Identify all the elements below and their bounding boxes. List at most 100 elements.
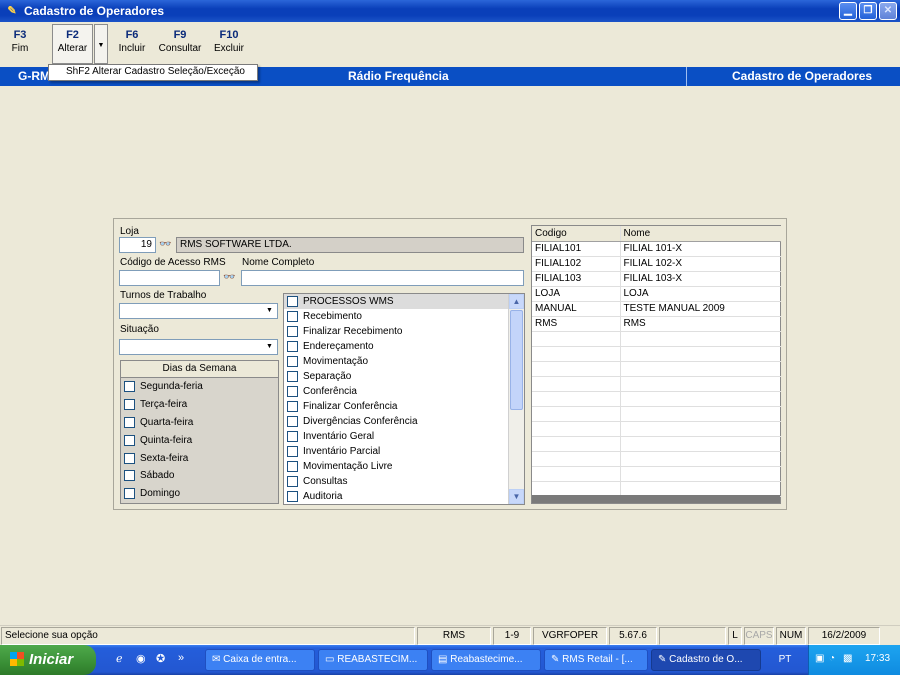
checkbox[interactable] [124, 470, 135, 482]
checkbox[interactable] [287, 356, 298, 367]
table-row[interactable]: FILIAL102 FILIAL 102-X [532, 256, 781, 272]
processo-item[interactable]: Auditoria [284, 489, 524, 504]
checkbox[interactable] [287, 476, 298, 487]
checkbox[interactable] [287, 446, 298, 457]
quicklaunch-more-icon[interactable]: » [178, 652, 184, 664]
column-header-nome[interactable]: Nome [620, 226, 781, 242]
processo-label: Endereçamento [303, 341, 374, 352]
scroll-down-icon[interactable]: ▼ [509, 489, 524, 504]
situacao-select[interactable]: ▼ [119, 339, 278, 355]
dia-item[interactable]: Domingo [121, 485, 278, 503]
checkbox[interactable] [124, 434, 135, 446]
table-row[interactable]: FILIAL101 FILIAL 101-X [532, 241, 781, 257]
menu-item-alterar-selecao[interactable]: ShF2 Alterar Cadastro Seleção/Exceção [66, 66, 245, 77]
task-reabastecime-doc[interactable]: ▤ Reabastecime... [431, 649, 541, 671]
turnos-select[interactable]: ▼ [119, 303, 278, 319]
task-label: Reabastecime... [450, 654, 523, 665]
cell-nome: FILIAL 103-X [620, 271, 781, 287]
processo-item[interactable]: Movimentação [284, 354, 524, 369]
dia-item[interactable]: Quarta-feira [121, 414, 278, 432]
processo-item[interactable]: Finalizar Conferência [284, 399, 524, 414]
dia-label: Quinta-feira [140, 434, 193, 446]
processo-item[interactable]: Finalizar Recebimento [284, 324, 524, 339]
codigo-field[interactable] [119, 270, 220, 286]
processo-item[interactable]: Divergências Conferência [284, 414, 524, 429]
dia-item[interactable]: Quinta-feira [121, 431, 278, 449]
checkbox[interactable] [124, 452, 135, 464]
table-row[interactable]: LOJA LOJA [532, 286, 781, 302]
processos-scrollbar[interactable]: ▲ ▼ [508, 294, 524, 504]
loja-code-field[interactable]: 19 [119, 237, 156, 253]
processo-item[interactable]: Inventário Parcial [284, 444, 524, 459]
start-button[interactable]: Iniciar [0, 645, 96, 675]
processo-item[interactable]: Conferência [284, 384, 524, 399]
task-cadastro-operadores[interactable]: ✎ Cadastro de O... [651, 649, 761, 671]
status-program: VGRFOPER [533, 627, 607, 645]
table-row[interactable]: RMS RMS [532, 316, 781, 332]
scroll-thumb[interactable] [510, 310, 523, 410]
browser-icon[interactable]: ◉ [136, 652, 146, 665]
checkbox[interactable] [124, 488, 135, 500]
processo-item[interactable]: Movimentação Livre [284, 459, 524, 474]
network-icon[interactable]: ▣ [815, 653, 824, 664]
consultar-button[interactable]: F9 Consultar [157, 28, 203, 56]
checkbox[interactable] [287, 311, 298, 322]
cell-codigo: MANUAL [532, 301, 621, 317]
alterar-dropdown-menu[interactable]: ShF2 Alterar Cadastro Seleção/Exceção [48, 64, 258, 81]
checkbox[interactable] [124, 381, 135, 393]
task-rms-retail[interactable]: ✎ RMS Retail - [... [544, 649, 648, 671]
header-center: Rádio Frequência [348, 69, 449, 83]
checkbox[interactable] [287, 341, 298, 352]
checkbox[interactable] [124, 399, 135, 411]
processos-list[interactable]: PROCESSOS WMS Recebimento Finalizar Rece… [283, 293, 525, 505]
dia-item[interactable]: Sábado [121, 467, 278, 485]
column-header-codigo[interactable]: Codigo [532, 226, 621, 242]
ie-icon[interactable]: ℯ [116, 652, 123, 665]
checkbox[interactable] [287, 416, 298, 427]
dia-item[interactable]: Segunda-feria [121, 378, 278, 396]
processo-item[interactable]: Separação [284, 369, 524, 384]
checkbox[interactable] [287, 386, 298, 397]
nome-field[interactable] [241, 270, 524, 286]
excluir-button[interactable]: F10 Excluir [212, 28, 246, 56]
dia-item[interactable]: Terça-feira [121, 396, 278, 414]
checkbox[interactable] [287, 326, 298, 337]
security-icon[interactable]: ▩ [843, 653, 852, 664]
maximize-button[interactable]: ❐ [859, 2, 877, 20]
processo-item[interactable]: Inventário Geral [284, 429, 524, 444]
processo-label: Divergências Conferência [303, 416, 418, 427]
processo-item[interactable]: PROCESSOS WMS [284, 294, 524, 309]
volume-icon[interactable]: ◔ [829, 653, 835, 664]
language-indicator[interactable]: PT [774, 652, 796, 668]
clock[interactable]: 17:33 [865, 653, 890, 664]
checkbox[interactable] [124, 416, 135, 428]
checkbox[interactable] [287, 461, 298, 472]
scroll-up-icon[interactable]: ▲ [509, 294, 524, 309]
dia-label: Sábado [140, 470, 175, 482]
close-button[interactable]: ✕ [879, 2, 897, 20]
processo-item[interactable]: Consultas [284, 474, 524, 489]
alterar-button[interactable]: F2 Alterar [52, 24, 93, 64]
processo-item[interactable]: Recebimento [284, 309, 524, 324]
turnos-dropdown-arrow-icon[interactable]: ▼ [263, 305, 276, 317]
table-row[interactable]: MANUAL TESTE MANUAL 2009 [532, 301, 781, 317]
task-reabastecim-folder[interactable]: ▭ REABASTECIM... [318, 649, 428, 671]
checkbox[interactable] [287, 296, 298, 307]
loja-search-icon[interactable]: 👓 [159, 239, 171, 250]
media-icon[interactable]: ✪ [156, 652, 165, 665]
checkbox[interactable] [287, 431, 298, 442]
dia-item[interactable]: Sexta-feira [121, 449, 278, 467]
checkbox[interactable] [287, 371, 298, 382]
codigo-search-icon[interactable]: 👓 [223, 272, 235, 283]
incluir-button[interactable]: F6 Incluir [116, 28, 148, 56]
table-row[interactable]: FILIAL103 FILIAL 103-X [532, 271, 781, 287]
status-message: Selecione sua opção [1, 627, 415, 645]
fim-button[interactable]: F3 Fim [8, 28, 32, 56]
checkbox[interactable] [287, 401, 298, 412]
alterar-dropdown-arrow[interactable]: ▼ [94, 24, 108, 64]
minimize-button[interactable]: ▁ [839, 2, 857, 20]
processo-item[interactable]: Endereçamento [284, 339, 524, 354]
task-caixa-entrada[interactable]: ✉ Caixa de entra... [205, 649, 315, 671]
situacao-dropdown-arrow-icon[interactable]: ▼ [263, 341, 276, 353]
checkbox[interactable] [287, 491, 298, 502]
